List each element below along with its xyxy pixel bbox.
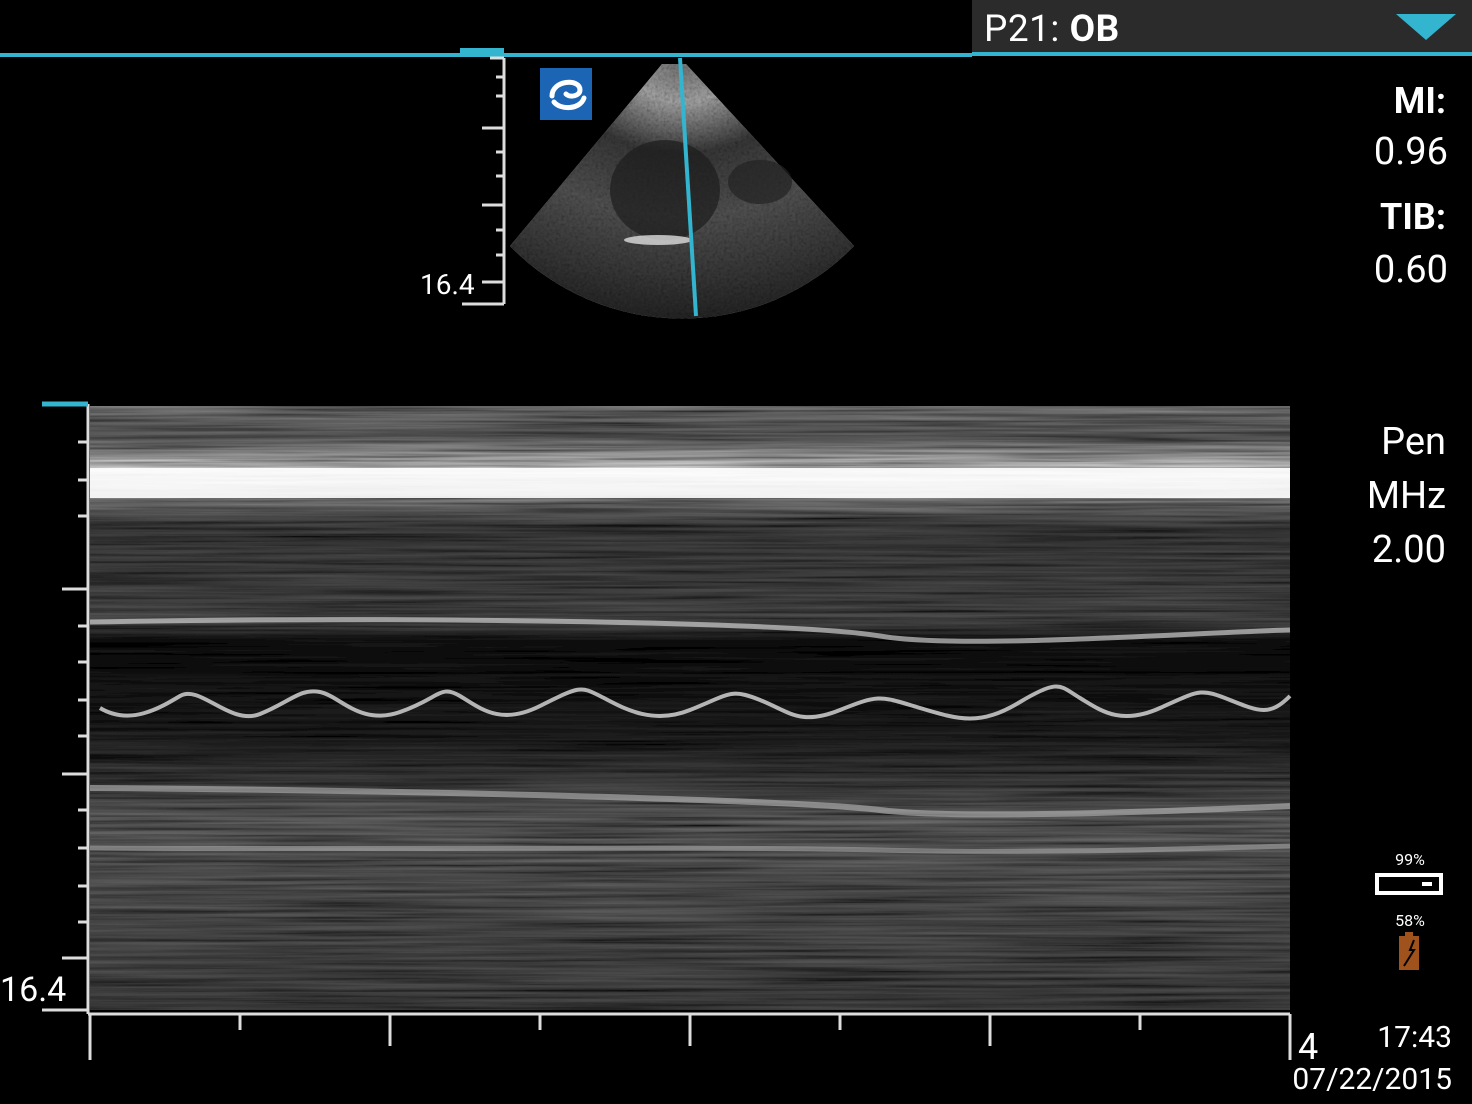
m-mode-depth-ruler [42,401,90,1014]
m-mode-depth-label: 16.4 [0,970,67,1010]
m-mode-time-axis [88,1012,1292,1060]
storage-percent: 99% [1395,850,1425,869]
sonosite-logo-icon [540,68,592,120]
frequency-value: 2.00 [1371,528,1446,572]
m-mode-strip [42,401,1292,1060]
current-date: 07/22/2015 [1292,1062,1452,1097]
tib-value: 0.60 [1373,248,1448,292]
optimization-label: Pen [1381,420,1446,464]
clock-time: 17:43 [1377,1020,1452,1055]
probe-label: P21: [984,8,1060,51]
battery-percent: 58% [1395,911,1425,930]
battery-icon [1399,932,1419,970]
frequency-unit: MHz [1366,474,1446,518]
usb-drive-icon [1375,873,1443,895]
preset-bar[interactable]: P21: OB [972,0,1472,56]
tib-label: TIB: [1380,196,1446,238]
triangle-down-icon[interactable] [1394,12,1458,44]
exam-preset-label: OB [1069,8,1120,51]
twod-depth-label: 16.4 [420,268,475,301]
mi-label: MI: [1393,80,1446,122]
twod-image-area [462,56,854,319]
preset-title: P21: OB [984,8,1120,51]
mi-value: 0.96 [1373,130,1448,174]
